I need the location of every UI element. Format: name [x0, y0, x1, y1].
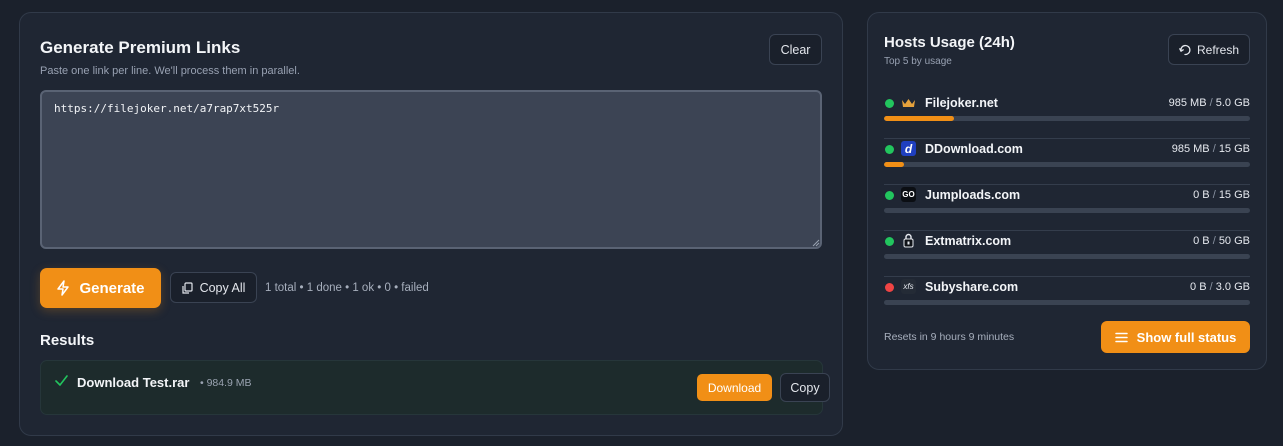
generation-stats: 1 total • 1 done • 1 ok • 0 • failed	[265, 282, 429, 294]
result-row: Download Test.rar • 984.9 MB Download Co…	[40, 360, 830, 415]
refresh-button[interactable]: Refresh	[1168, 34, 1250, 65]
results-title: Results	[40, 332, 95, 349]
host-row: Filejoker.net 985 MB / 5.0 GB	[884, 93, 1250, 139]
usage-bar	[884, 208, 1250, 213]
generate-links-panel: Generate Premium Links Paste one link pe…	[19, 12, 843, 436]
host-name: Extmatrix.com	[925, 234, 1012, 248]
host-row: GO Jumploads.com 0 B / 15 GB	[884, 185, 1250, 231]
ddownload-logo-icon: d	[901, 141, 916, 156]
crown-icon	[901, 95, 916, 110]
host-name: Subyshare.com	[925, 280, 1019, 294]
refresh-label: Refresh	[1196, 42, 1240, 57]
host-name: DDownload.com	[925, 142, 1023, 156]
host-usage: 985 MB / 5.0 GB	[1168, 97, 1250, 109]
show-full-status-label: Show full status	[1136, 329, 1237, 345]
usage-bar	[884, 162, 1250, 167]
status-dot	[885, 99, 894, 108]
resize-grip-icon[interactable]	[812, 239, 820, 247]
generator-title: Generate Premium Links	[40, 38, 241, 57]
host-usage: 985 MB / 15 GB	[1171, 143, 1250, 155]
jumploads-logo-icon: GO	[901, 187, 916, 202]
reset-timer-text: Resets in 9 hours 9 minutes	[884, 331, 1015, 343]
check-icon	[55, 375, 68, 386]
status-dot	[885, 283, 894, 292]
lock-icon	[901, 233, 916, 248]
host-usage: 0 B / 3.0 GB	[1190, 281, 1250, 293]
result-file-name: Download Test.rar	[77, 375, 190, 390]
host-usage: 0 B / 50 GB	[1193, 235, 1250, 247]
refresh-icon	[1179, 44, 1191, 55]
copy-link-button[interactable]: Copy	[780, 373, 830, 402]
result-file-size: • 984.9 MB	[200, 377, 252, 389]
hosts-subtitle: Top 5 by usage	[884, 56, 952, 67]
host-name: Jumploads.com	[925, 188, 1021, 202]
usage-bar-fill	[884, 162, 905, 167]
clear-button[interactable]: Clear	[769, 34, 822, 65]
usage-bar	[884, 116, 1250, 121]
copy-all-label: Copy All	[199, 280, 246, 295]
usage-bar	[884, 300, 1250, 305]
host-row: xfs Subyshare.com 0 B / 3.0 GB	[884, 277, 1250, 323]
generate-label: Generate	[79, 279, 145, 297]
copy-icon	[181, 281, 193, 294]
host-row: d DDownload.com 985 MB / 15 GB	[884, 139, 1250, 185]
status-dot	[885, 237, 894, 246]
status-dot	[885, 145, 894, 154]
xfs-logo-icon: xfs	[901, 279, 916, 294]
download-button[interactable]: Download	[697, 374, 772, 401]
generate-button[interactable]: Generate	[40, 268, 161, 308]
menu-icon	[1114, 332, 1128, 342]
show-full-status-button[interactable]: Show full status	[1101, 321, 1250, 353]
copy-all-button[interactable]: Copy All	[170, 272, 257, 303]
status-dot	[885, 191, 894, 200]
lightning-icon	[57, 280, 70, 296]
host-usage: 0 B / 15 GB	[1193, 189, 1250, 201]
hosts-usage-panel: Hosts Usage (24h) Top 5 by usage Refresh…	[867, 12, 1267, 370]
usage-bar	[884, 254, 1250, 259]
links-input[interactable]	[40, 90, 822, 249]
hosts-title: Hosts Usage (24h)	[884, 34, 1015, 51]
host-name: Filejoker.net	[925, 96, 998, 110]
host-row: Extmatrix.com 0 B / 50 GB	[884, 231, 1250, 277]
usage-bar-fill	[884, 116, 954, 121]
generator-subtitle: Paste one link per line. We'll process t…	[40, 65, 300, 77]
